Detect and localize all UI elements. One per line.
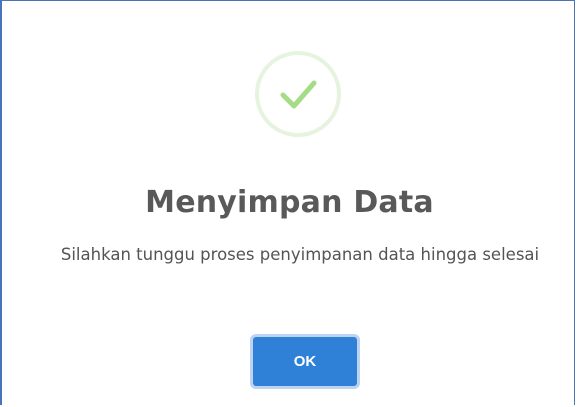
ok-button[interactable]: OK xyxy=(250,334,360,389)
check-circle-icon xyxy=(255,51,341,137)
dialog-title: Menyimpan Data xyxy=(145,185,434,220)
success-dialog: Menyimpan Data Silahkan tunggu proses pe… xyxy=(0,0,575,405)
ok-button-label: OK xyxy=(253,337,357,386)
dialog-message: Silahkan tunggu proses penyimpanan data … xyxy=(60,245,540,264)
